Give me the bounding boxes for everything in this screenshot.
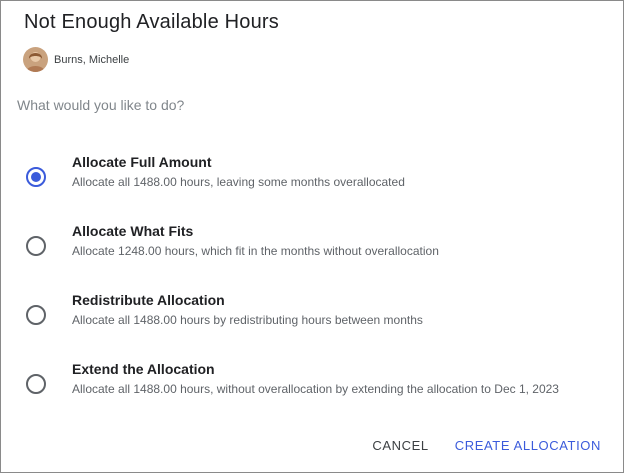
cancel-button[interactable]: CANCEL	[372, 438, 428, 453]
option-description: Allocate all 1488.00 hours by redistribu…	[72, 313, 423, 327]
radio-redistribute-allocation[interactable]	[26, 305, 46, 325]
option-title: Allocate What Fits	[72, 223, 194, 239]
radio-extend-allocation[interactable]	[26, 374, 46, 394]
option-description: Allocate all 1488.00 hours, without over…	[72, 382, 559, 396]
option-title: Extend the Allocation	[72, 361, 215, 377]
radio-allocate-what-fits[interactable]	[26, 236, 46, 256]
question-prompt: What would you like to do?	[17, 97, 185, 113]
option-title: Redistribute Allocation	[72, 292, 225, 308]
option-allocate-full-amount[interactable]: Allocate Full Amount Allocate all 1488.0…	[1, 154, 621, 214]
option-extend-allocation[interactable]: Extend the Allocation Allocate all 1488.…	[1, 361, 621, 421]
dialog-title: Not Enough Available Hours	[24, 11, 279, 33]
option-description: Allocate 1248.00 hours, which fit in the…	[72, 244, 439, 258]
person-chip: Burns, Michelle	[23, 47, 129, 72]
avatar	[23, 47, 48, 72]
create-allocation-button[interactable]: CREATE ALLOCATION	[455, 438, 601, 453]
option-title: Allocate Full Amount	[72, 154, 212, 170]
option-description: Allocate all 1488.00 hours, leaving some…	[72, 175, 405, 189]
option-redistribute-allocation[interactable]: Redistribute Allocation Allocate all 148…	[1, 292, 621, 352]
allocation-dialog: Not Enough Available Hours Burns, Michel…	[0, 0, 624, 473]
radio-allocate-full-amount[interactable]	[26, 167, 46, 187]
person-name: Burns, Michelle	[54, 53, 130, 66]
option-allocate-what-fits[interactable]: Allocate What Fits Allocate 1248.00 hour…	[1, 223, 621, 283]
dialog-actions: CANCEL CREATE ALLOCATION	[372, 438, 601, 453]
